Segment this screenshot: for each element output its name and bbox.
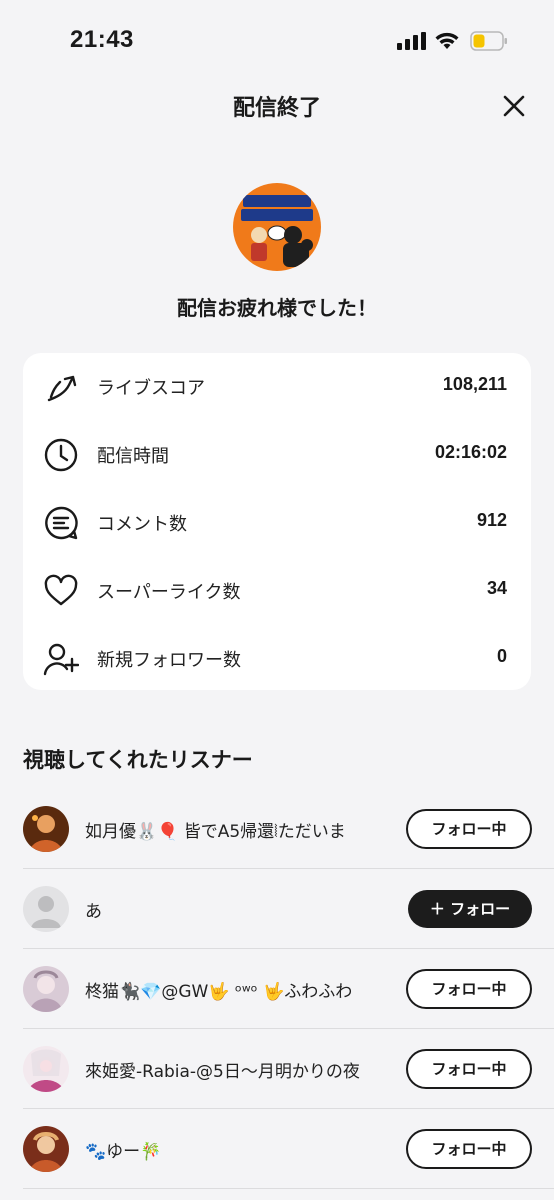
thanks-message: 配信お疲れ様でした！ (177, 296, 377, 320)
listener-name[interactable]: あ (85, 897, 375, 922)
listener-name[interactable]: 來姫愛-Rabia-@5日〜月明かりの夜 (85, 1057, 375, 1082)
listener-name[interactable]: 🐾ゆー🎋 (85, 1137, 375, 1162)
page-title: 配信終了 (232, 96, 321, 121)
stat-row-super-likes: スーパーライク数 34 (23, 557, 531, 625)
status-time: 21:43 (70, 26, 134, 53)
listener-row: 🐾ゆー🎋 フォロー中 (0, 1109, 554, 1189)
comment-icon (45, 506, 78, 540)
listener-row: 如月優🐰🎈 皆でA5帰還⦚ただいま フォロー中 (0, 789, 554, 869)
clock-icon (44, 438, 78, 472)
stat-value: 912 (476, 510, 507, 530)
close-icon[interactable] (500, 92, 528, 120)
follow-button[interactable]: ＋ フォロー (408, 890, 532, 928)
stat-row-duration: 配信時間 02:16:02 (23, 421, 531, 489)
listener-row: あ ＋ フォロー (0, 869, 554, 949)
stat-value: 02:16:02 (434, 442, 507, 462)
stats-card: ライブスコア 108,211 配信時間 02:16:02 コメント数 912 ス… (23, 353, 531, 690)
battery-icon (470, 31, 507, 51)
live-score-icon (47, 375, 77, 402)
following-button[interactable]: フォロー中 (406, 1049, 532, 1089)
stat-label: ライブスコア (97, 378, 205, 399)
stat-label: コメント数 (97, 514, 187, 535)
following-button[interactable]: フォロー中 (406, 1129, 532, 1169)
heart-icon (44, 574, 78, 606)
stat-label: スーパーライク数 (97, 582, 241, 603)
following-button[interactable]: フォロー中 (406, 969, 532, 1009)
wifi-icon (435, 32, 459, 49)
add-user-icon (43, 643, 79, 676)
listener-name[interactable]: 如月優🐰🎈 皆でA5帰還⦚ただいま (85, 817, 375, 842)
following-button[interactable]: フォロー中 (406, 809, 532, 849)
listener-name[interactable]: 柊猫🐈‍⬛💎@GW🤟 ᵒʷᵒ 🤟ふわふわ (85, 977, 375, 1002)
stream-thumbnail-image (233, 183, 321, 271)
avatar[interactable] (23, 1046, 69, 1092)
avatar[interactable] (23, 886, 69, 932)
avatar[interactable] (23, 806, 69, 852)
avatar[interactable] (23, 966, 69, 1012)
stat-row-new-followers: 新規フォロワー数 0 (23, 625, 531, 693)
stat-value: 0 (496, 646, 507, 666)
stat-row-comments: コメント数 912 (23, 489, 531, 557)
stat-label: 配信時間 (97, 446, 169, 467)
stat-row-live-score: ライブスコア 108,211 (23, 353, 531, 421)
status-bar: 21:43 (0, 0, 554, 80)
stream-thumbnail (233, 183, 321, 271)
stat-value: 34 (486, 578, 507, 598)
stat-value: 108,211 (442, 374, 507, 394)
listener-row: 柊猫🐈‍⬛💎@GW🤟 ᵒʷᵒ 🤟ふわふわ フォロー中 (0, 949, 554, 1029)
listener-row: 來姫愛-Rabia-@5日〜月明かりの夜 フォロー中 (0, 1029, 554, 1109)
avatar[interactable] (23, 1126, 69, 1172)
divider (23, 1188, 554, 1189)
signal-icon (397, 32, 426, 50)
stat-label: 新規フォロワー数 (97, 650, 241, 671)
section-title: 視聴してくれたリスナー (23, 748, 253, 772)
